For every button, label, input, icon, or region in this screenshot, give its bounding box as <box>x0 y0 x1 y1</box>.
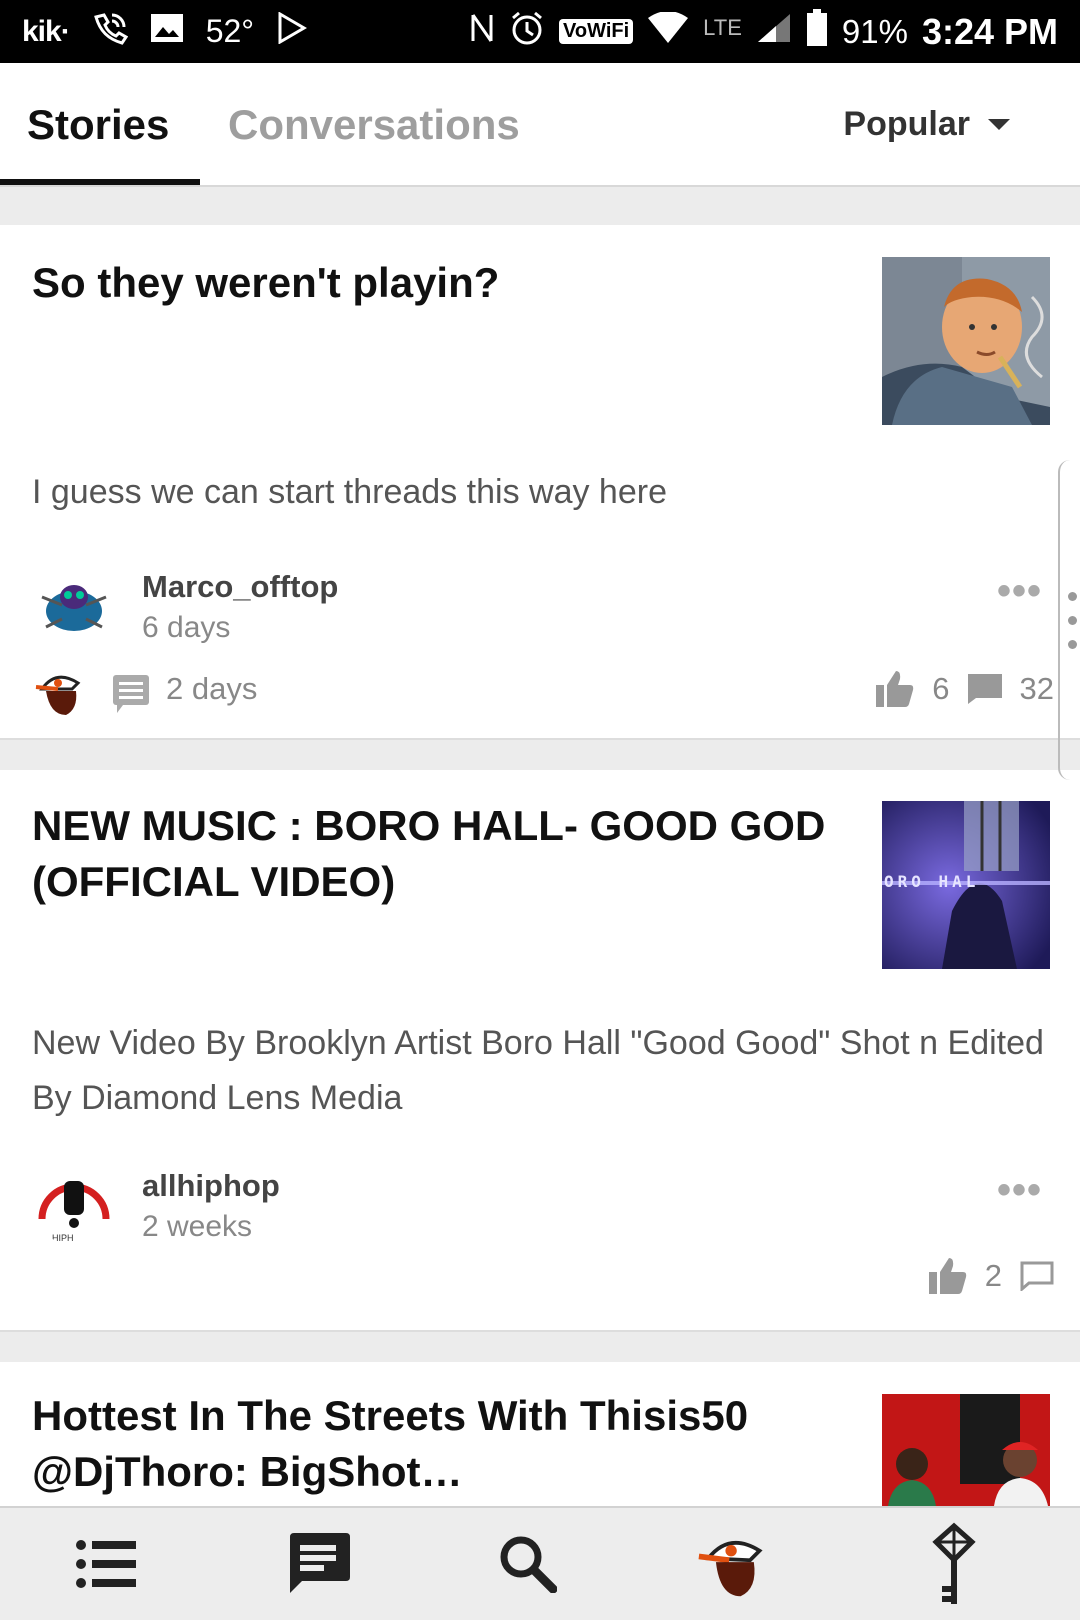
more-options-icon[interactable]: ••• <box>997 1168 1042 1213</box>
story-thumbnail[interactable]: ORO HAL <box>882 801 1050 969</box>
avatar[interactable] <box>32 567 116 651</box>
kik-icon: kik· <box>22 14 71 48</box>
vowifi-badge: VoWiFi <box>559 19 634 44</box>
comment-icon[interactable] <box>1020 1261 1054 1291</box>
nfc-icon <box>469 11 495 53</box>
story-title[interactable]: NEW MUSIC : BORO HALL- GOOD GOD (OFFICIA… <box>32 798 832 910</box>
status-left: kik· 52° <box>22 10 308 53</box>
image-icon <box>150 13 184 51</box>
comment-icon[interactable] <box>967 674 1002 704</box>
search-icon[interactable] <box>492 1528 564 1600</box>
battery-icon <box>806 8 828 55</box>
list-icon[interactable] <box>70 1528 142 1600</box>
story-title[interactable]: Hottest In The Streets With Thisis50 @Dj… <box>32 1388 832 1500</box>
active-tab-indicator <box>0 179 200 185</box>
activity-row: 2 days 6 32 <box>0 665 1080 725</box>
key-icon[interactable] <box>918 1522 990 1604</box>
wifi-icon <box>647 10 689 52</box>
status-right: VoWiFi LTE 91% 3:24 PM <box>469 8 1058 55</box>
story-card[interactable]: Hottest In The Streets With Thisis50 @Dj… <box>0 1362 1080 1512</box>
post-age: 6 days <box>142 611 231 644</box>
like-icon[interactable] <box>876 671 914 707</box>
thumbnail-text: ORO HAL <box>884 872 979 891</box>
handle-dot <box>1068 592 1077 601</box>
sort-label: Popular <box>843 105 970 143</box>
avatar[interactable]: HIPH <box>32 1161 116 1245</box>
replier-avatar[interactable] <box>32 665 86 719</box>
story-description: New Video By Brooklyn Artist Boro Hall "… <box>32 1024 1044 1117</box>
story-title[interactable]: So they weren't playin? <box>32 255 832 311</box>
post-stats: 6 32 <box>876 671 1054 707</box>
clock: 3:24 PM <box>921 10 1058 52</box>
like-icon[interactable] <box>928 1258 967 1294</box>
activity-row: 2 <box>0 1252 1080 1312</box>
chevron-down-icon <box>988 119 1010 130</box>
story-description: I guess we can start threads this way he… <box>32 473 667 511</box>
tab-stories[interactable]: Stories <box>27 101 169 149</box>
like-count: 2 <box>984 1258 1002 1293</box>
alarm-icon <box>509 10 545 54</box>
story-card[interactable]: So they weren't playin? I guess we can s… <box>0 225 1080 740</box>
like-count: 6 <box>932 671 950 706</box>
wifi-call-icon <box>92 11 128 53</box>
last-reply-time: 2 days <box>166 671 258 706</box>
handle-dot <box>1068 640 1077 649</box>
profile-avatar-icon[interactable] <box>697 1528 769 1600</box>
bottom-nav <box>0 1506 1080 1620</box>
post-age: 2 weeks <box>142 1210 253 1243</box>
drawer-handle[interactable] <box>1058 460 1080 780</box>
sort-dropdown[interactable]: Popular <box>843 105 1010 144</box>
lte-label: LTE <box>703 14 742 40</box>
battery-percent: 91% <box>841 12 908 50</box>
author-name[interactable]: allhiphop <box>142 1168 280 1204</box>
story-card[interactable]: NEW MUSIC : BORO HALL- GOOD GOD (OFFICIA… <box>0 770 1080 1332</box>
reply-icon <box>113 675 149 713</box>
status-bar: kik· 52° VoWiFi LTE 91% 3:24 PM <box>0 0 1080 63</box>
story-thumbnail[interactable] <box>882 1394 1050 1506</box>
play-store-icon <box>276 10 308 52</box>
tab-bar: Stories Conversations Popular <box>0 63 1080 187</box>
temperature: 52° <box>205 13 255 49</box>
avatar-logo-text: HIPH <box>52 1233 74 1243</box>
story-thumbnail[interactable] <box>882 257 1050 425</box>
signal-icon <box>756 12 792 52</box>
author-name[interactable]: Marco_offtop <box>142 569 338 605</box>
tab-conversations[interactable]: Conversations <box>228 101 520 149</box>
more-options-icon[interactable]: ••• <box>997 569 1042 614</box>
chat-icon[interactable] <box>282 1528 354 1600</box>
post-stats: 2 <box>928 1258 1054 1294</box>
handle-dot <box>1068 616 1077 625</box>
comment-count: 32 <box>1019 671 1054 706</box>
